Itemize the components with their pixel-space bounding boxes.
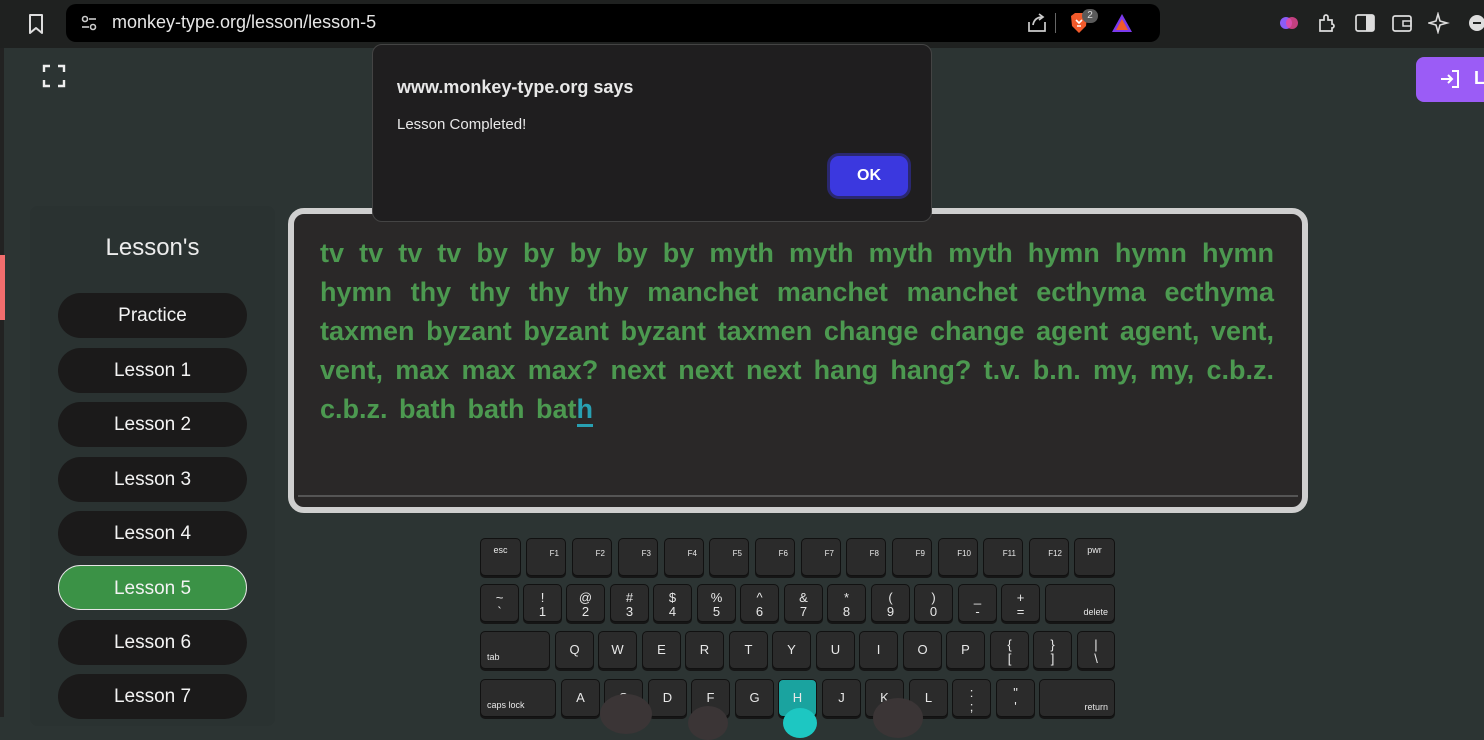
- menu-icon[interactable]: [1466, 12, 1484, 34]
- key-1[interactable]: ! 1: [523, 584, 562, 622]
- key-a[interactable]: A: [561, 679, 600, 717]
- login-icon: [1441, 70, 1459, 88]
- sidebar-item-lesson-3[interactable]: Lesson 3: [58, 457, 247, 502]
- sidebar-item-lesson-4[interactable]: Lesson 4: [58, 511, 247, 556]
- leo-ai-icon[interactable]: [1278, 12, 1300, 34]
- alert-dialog: www.monkey-type.org says Lesson Complete…: [372, 44, 932, 222]
- key-y[interactable]: Y: [772, 631, 811, 669]
- key-minus[interactable]: _ -: [958, 584, 997, 622]
- left-finger-overlay: [688, 706, 728, 740]
- key-caps-lock[interactable]: caps lock: [480, 679, 556, 717]
- dialog-title: www.monkey-type.org says: [397, 77, 634, 97]
- key-r[interactable]: R: [685, 631, 724, 669]
- key-delete[interactable]: delete: [1045, 584, 1115, 622]
- key-9[interactable]: (9: [871, 584, 910, 622]
- key-3[interactable]: #3: [610, 584, 649, 622]
- key-f2[interactable]: F2: [572, 538, 612, 576]
- key-f6[interactable]: F6: [755, 538, 795, 576]
- key-close-bracket[interactable]: }]: [1033, 631, 1072, 669]
- typed-text: tv tv tv tv by by by by by myth myth myt…: [320, 238, 1274, 424]
- sidebar-item-practice[interactable]: Practice: [58, 293, 247, 338]
- key-f7[interactable]: F7: [801, 538, 841, 576]
- shields-count-badge: 2: [1082, 9, 1098, 23]
- key-semicolon[interactable]: :;: [952, 679, 991, 717]
- key-f10[interactable]: F10: [938, 538, 978, 576]
- key-2[interactable]: @2: [566, 584, 605, 622]
- key-f4[interactable]: F4: [664, 538, 704, 576]
- sidebar-toggle-icon[interactable]: [1354, 12, 1376, 34]
- key-f5[interactable]: F5: [709, 538, 749, 576]
- typing-text: tv tv tv tv by by by by by myth myth myt…: [320, 234, 1274, 429]
- login-label: L: [1474, 68, 1484, 88]
- dialog-message: Lesson Completed!: [397, 116, 527, 133]
- address-bar[interactable]: monkey-type.org/lesson/lesson-5 2: [66, 4, 1160, 42]
- key-4[interactable]: $4: [653, 584, 692, 622]
- url-text[interactable]: monkey-type.org/lesson/lesson-5: [112, 12, 376, 33]
- sidebar-item-lesson-2[interactable]: Lesson 2: [58, 402, 247, 447]
- lesson-sidebar: Lesson's Practice Lesson 1 Lesson 2 Less…: [30, 206, 275, 726]
- key-u[interactable]: U: [816, 631, 855, 669]
- key-8[interactable]: * 8: [827, 584, 866, 622]
- key-f3[interactable]: F3: [618, 538, 658, 576]
- sidebar-item-lesson-6[interactable]: Lesson 6: [58, 620, 247, 665]
- extensions-icon[interactable]: [1316, 12, 1338, 34]
- ok-button[interactable]: OK: [827, 153, 911, 199]
- key-f11[interactable]: F11: [983, 538, 1023, 576]
- key-p[interactable]: P: [946, 631, 985, 669]
- key-tab[interactable]: tab: [480, 631, 550, 669]
- key-i[interactable]: I: [859, 631, 898, 669]
- virtual-keyboard: esc F1 F2 F3 F4 F5 F6 F7 F8 F9 F10 F11 F…: [478, 536, 1118, 740]
- site-settings-icon[interactable]: [80, 14, 98, 32]
- feedback-tab[interactable]: [0, 255, 5, 320]
- share-icon[interactable]: [1026, 12, 1048, 34]
- sidebar-title: Lesson's: [105, 234, 200, 261]
- key-7[interactable]: & 7: [784, 584, 823, 622]
- key-tilde[interactable]: ~ `: [480, 584, 519, 622]
- browser-toolbar: monkey-type.org/lesson/lesson-5 2: [0, 0, 1484, 48]
- sidebar-item-lesson-5[interactable]: Lesson 5: [58, 565, 247, 610]
- key-f1[interactable]: F1: [526, 538, 566, 576]
- key-o[interactable]: O: [903, 631, 942, 669]
- key-power[interactable]: pwr: [1074, 538, 1115, 576]
- thumb-indicator: [783, 708, 817, 738]
- key-6[interactable]: ^ 6: [740, 584, 779, 622]
- key-j[interactable]: J: [822, 679, 861, 717]
- left-finger-overlay: [600, 694, 652, 734]
- key-f9[interactable]: F9: [892, 538, 932, 576]
- key-5[interactable]: % 5: [697, 584, 736, 622]
- key-f8[interactable]: F8: [846, 538, 886, 576]
- key-return[interactable]: return: [1039, 679, 1115, 717]
- right-finger-overlay: [873, 698, 923, 738]
- login-button[interactable]: L: [1416, 57, 1484, 102]
- key-d[interactable]: D: [648, 679, 687, 717]
- key-g[interactable]: G: [735, 679, 774, 717]
- key-0[interactable]: ) 0: [914, 584, 953, 622]
- sidebar-item-lesson-1[interactable]: Lesson 1: [58, 348, 247, 393]
- left-edge: [0, 48, 4, 717]
- sidebar-item-lesson-7[interactable]: Lesson 7: [58, 674, 247, 719]
- panel-divider: [298, 495, 1298, 497]
- key-f12[interactable]: F12: [1029, 538, 1069, 576]
- wallet-icon[interactable]: [1391, 12, 1413, 34]
- key-quote[interactable]: " ': [996, 679, 1035, 717]
- key-w[interactable]: W: [598, 631, 637, 669]
- ai-sparkle-icon[interactable]: [1428, 12, 1450, 34]
- key-backslash[interactable]: | \: [1077, 631, 1115, 669]
- key-q[interactable]: Q: [555, 631, 594, 669]
- typing-area[interactable]: tv tv tv tv by by by by by myth myth myt…: [288, 208, 1308, 513]
- current-character: h: [576, 394, 594, 427]
- brave-rewards-icon[interactable]: [1110, 12, 1134, 34]
- key-open-bracket[interactable]: {[: [990, 631, 1029, 669]
- bookmark-icon[interactable]: [26, 12, 46, 36]
- key-esc[interactable]: esc: [480, 538, 521, 576]
- fullscreen-icon[interactable]: [42, 64, 66, 88]
- key-t[interactable]: T: [729, 631, 768, 669]
- key-equals[interactable]: + =: [1001, 584, 1040, 622]
- key-e[interactable]: E: [642, 631, 681, 669]
- divider: [1055, 13, 1056, 33]
